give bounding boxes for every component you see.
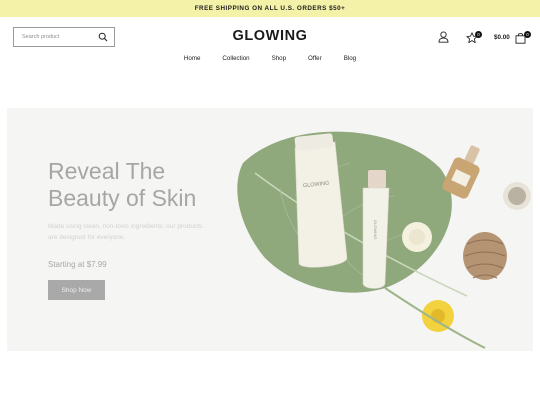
- hero-title-line1: Reveal The: [48, 158, 166, 184]
- nav-item-blog[interactable]: Blog: [344, 55, 356, 62]
- hero-title-line2: Beauty of Skin: [48, 185, 197, 211]
- hero-title: Reveal The Beauty of Skin: [48, 158, 238, 212]
- hero-price: Starting at $7.99: [48, 260, 107, 269]
- small-tube-label: GLOWING: [373, 220, 378, 239]
- nav-item-home[interactable]: Home: [184, 55, 201, 62]
- cart-count-badge: 0: [524, 31, 531, 38]
- wishlist-count-badge: 0: [475, 31, 482, 38]
- announcement-bar: FREE SHIPPING ON ALL U.S. ORDERS $50+: [0, 0, 540, 17]
- hero-banner: Reveal The Beauty of Skin Made using cle…: [7, 108, 533, 351]
- wishlist-button[interactable]: 0: [466, 31, 482, 44]
- hero-subtitle-line2: are designed for everyone.: [48, 234, 126, 241]
- cart-total: $0.00: [494, 34, 510, 41]
- nav-item-offer[interactable]: Offer: [308, 55, 322, 62]
- nav-item-collection[interactable]: Collection: [222, 55, 249, 62]
- user-icon[interactable]: [438, 31, 449, 43]
- site-logo[interactable]: GLOWING: [0, 28, 540, 44]
- hero-subtitle: Made using clean, non-toxic ingredients,…: [48, 221, 233, 243]
- nav-item-shop[interactable]: Shop: [272, 55, 286, 62]
- hero-product-image: GLOWING GLOWING: [237, 131, 531, 349]
- shop-now-button[interactable]: Shop Now: [48, 280, 105, 300]
- announcement-text: FREE SHIPPING ON ALL U.S. ORDERS $50+: [194, 5, 346, 12]
- cart-button[interactable]: 0: [515, 31, 532, 44]
- hero-subtitle-line1: Made using clean, non-toxic ingredients,…: [48, 223, 203, 230]
- main-nav: Home Collection Shop Offer Blog: [0, 55, 540, 62]
